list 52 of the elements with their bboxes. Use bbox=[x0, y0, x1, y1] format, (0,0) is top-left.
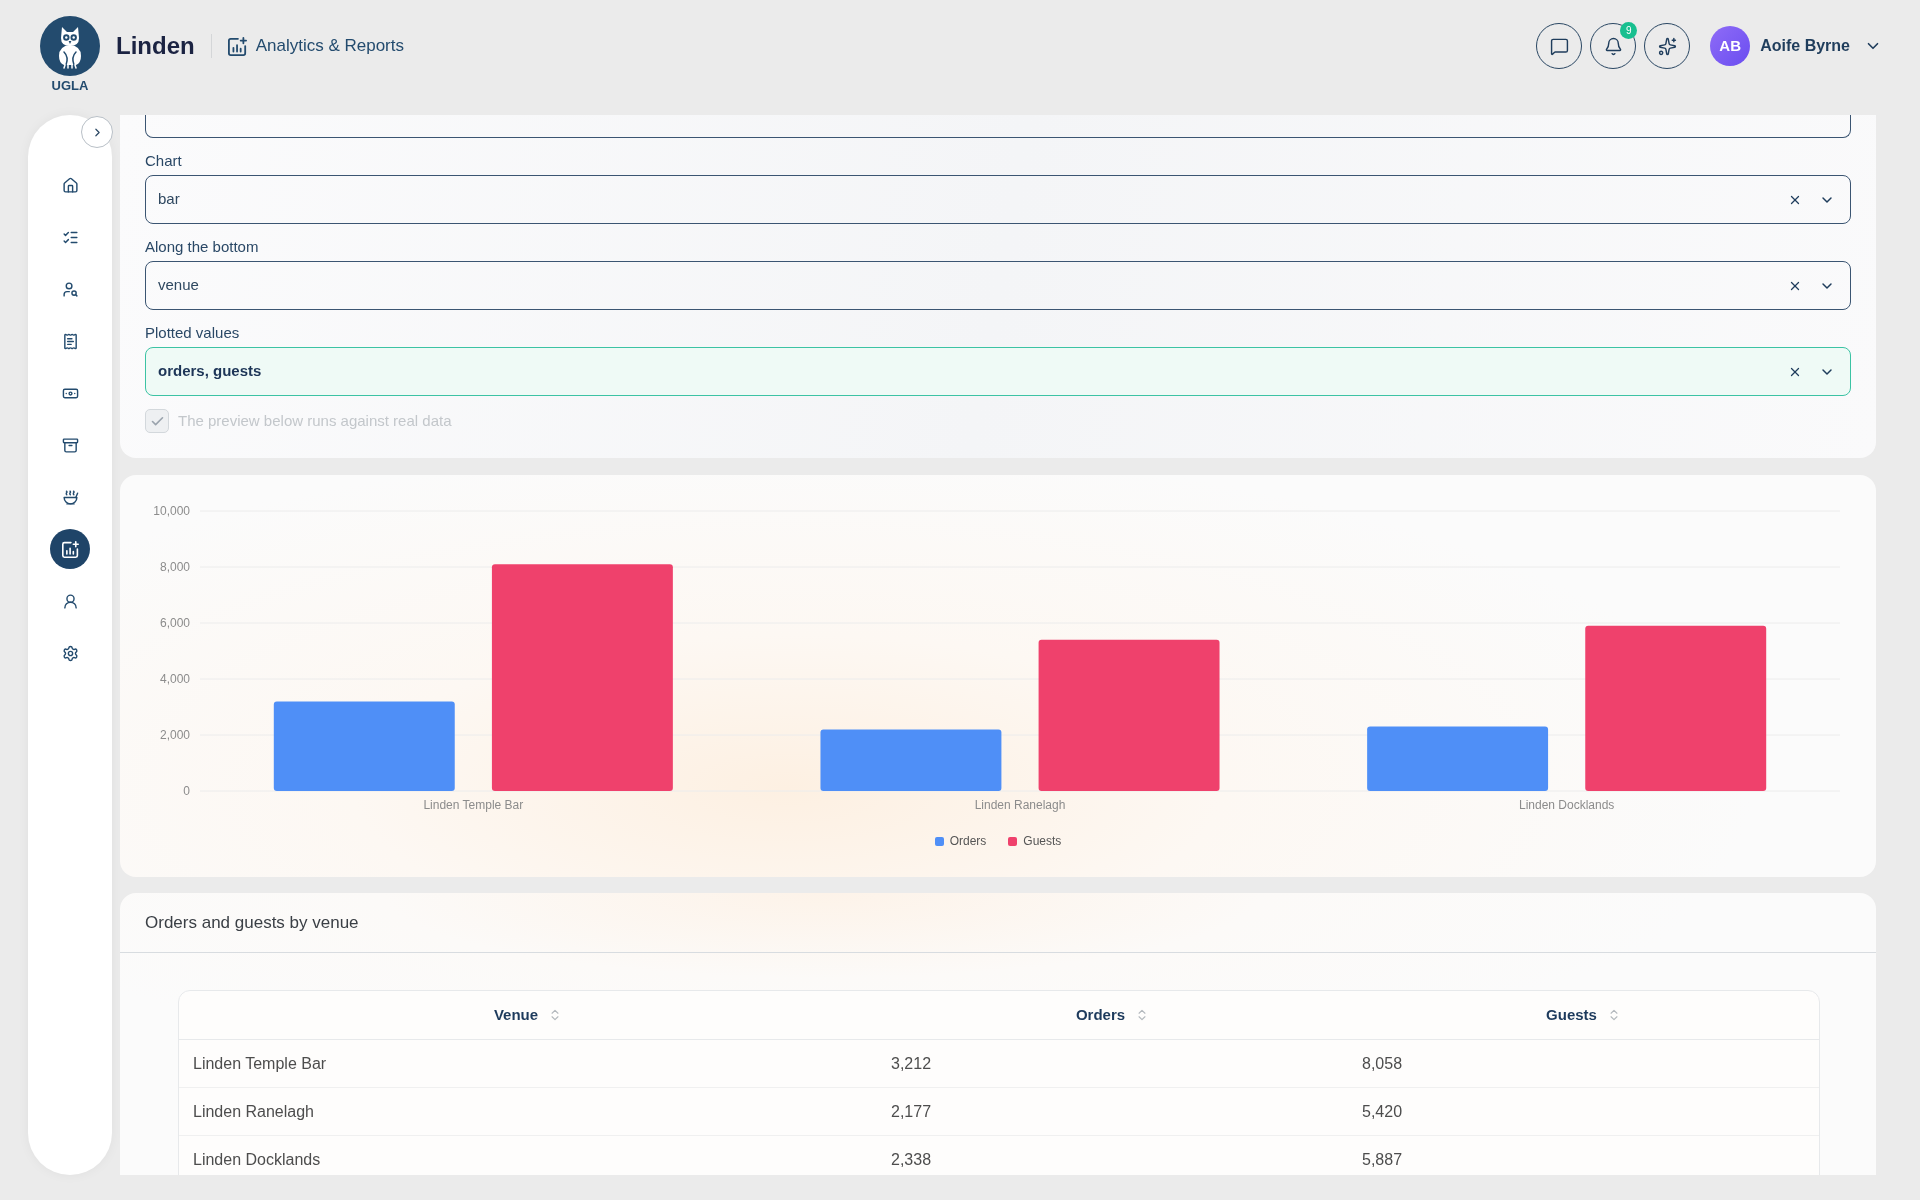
legend-label: Orders bbox=[949, 833, 987, 850]
table-cell: Linden Temple Bar bbox=[193, 1054, 327, 1072]
table-cell: 5,420 bbox=[1362, 1102, 1403, 1120]
bell-icon bbox=[1603, 36, 1623, 56]
table-cell: Linden Docklands bbox=[193, 1150, 321, 1168]
table-title: Orders and guests by venue bbox=[145, 911, 359, 934]
table-cell: 5,887 bbox=[1362, 1150, 1403, 1168]
page-title: Analytics & Reports bbox=[255, 35, 404, 58]
table-cell: 2,177 bbox=[891, 1102, 932, 1120]
axis-tick-label: 10,000 bbox=[153, 504, 190, 518]
axis-tick-label: 4,000 bbox=[159, 672, 190, 686]
soup-bowl-icon bbox=[61, 488, 79, 506]
logo-caption: UGLA bbox=[51, 78, 89, 94]
sidebar-item[interactable] bbox=[50, 529, 90, 569]
axis-tick-label: 0 bbox=[183, 784, 190, 798]
column-header[interactable]: Venue bbox=[493, 1003, 563, 1027]
axis-tick-label: 2,000 bbox=[159, 728, 190, 742]
axis-tick-label: 8,000 bbox=[159, 560, 190, 574]
settings-icon bbox=[61, 644, 79, 662]
select-field[interactable]: orders, guests bbox=[145, 347, 1851, 396]
sparkles-icon bbox=[1657, 36, 1677, 56]
category-label: Linden Ranelagh bbox=[974, 798, 1066, 812]
table-cell: 8,058 bbox=[1362, 1054, 1403, 1072]
axis-tick-label: 6,000 bbox=[159, 616, 190, 630]
chart-plus-icon bbox=[227, 36, 247, 56]
user-avatar[interactable]: AB bbox=[1710, 26, 1751, 66]
select-field[interactable] bbox=[145, 115, 1851, 138]
field-label: Plotted values bbox=[145, 324, 241, 342]
table-cell: Linden Ranelagh bbox=[193, 1102, 314, 1120]
archive-icon bbox=[61, 436, 79, 454]
column-header[interactable]: Orders bbox=[1075, 1003, 1150, 1027]
chat-bubble-icon bbox=[1549, 36, 1569, 56]
app-name: Linden bbox=[116, 31, 195, 61]
field-label: Chart bbox=[145, 152, 183, 170]
person-icon bbox=[61, 592, 79, 610]
legend-label: Guests bbox=[1023, 833, 1062, 850]
table-cell: 2,338 bbox=[891, 1150, 932, 1168]
sidebar-toggle-button[interactable] bbox=[81, 116, 113, 148]
owl-logo-icon bbox=[40, 16, 100, 76]
user-search-icon bbox=[61, 280, 79, 298]
home-icon bbox=[61, 176, 79, 194]
field-label: Along the bottom bbox=[145, 238, 260, 256]
category-label: Linden Temple Bar bbox=[423, 798, 524, 812]
category-label: Linden Docklands bbox=[1518, 798, 1615, 812]
chart-plus-icon bbox=[61, 540, 79, 558]
table-cell: 3,212 bbox=[891, 1054, 932, 1072]
receipt-icon bbox=[61, 332, 79, 350]
user-name[interactable]: Aoife Byrne bbox=[1760, 34, 1850, 58]
notification-badge: 9 bbox=[1620, 22, 1638, 39]
select-field[interactable]: venue bbox=[145, 261, 1851, 310]
column-header[interactable]: Guests bbox=[1546, 1003, 1621, 1027]
select-field[interactable]: bar bbox=[145, 175, 1851, 224]
